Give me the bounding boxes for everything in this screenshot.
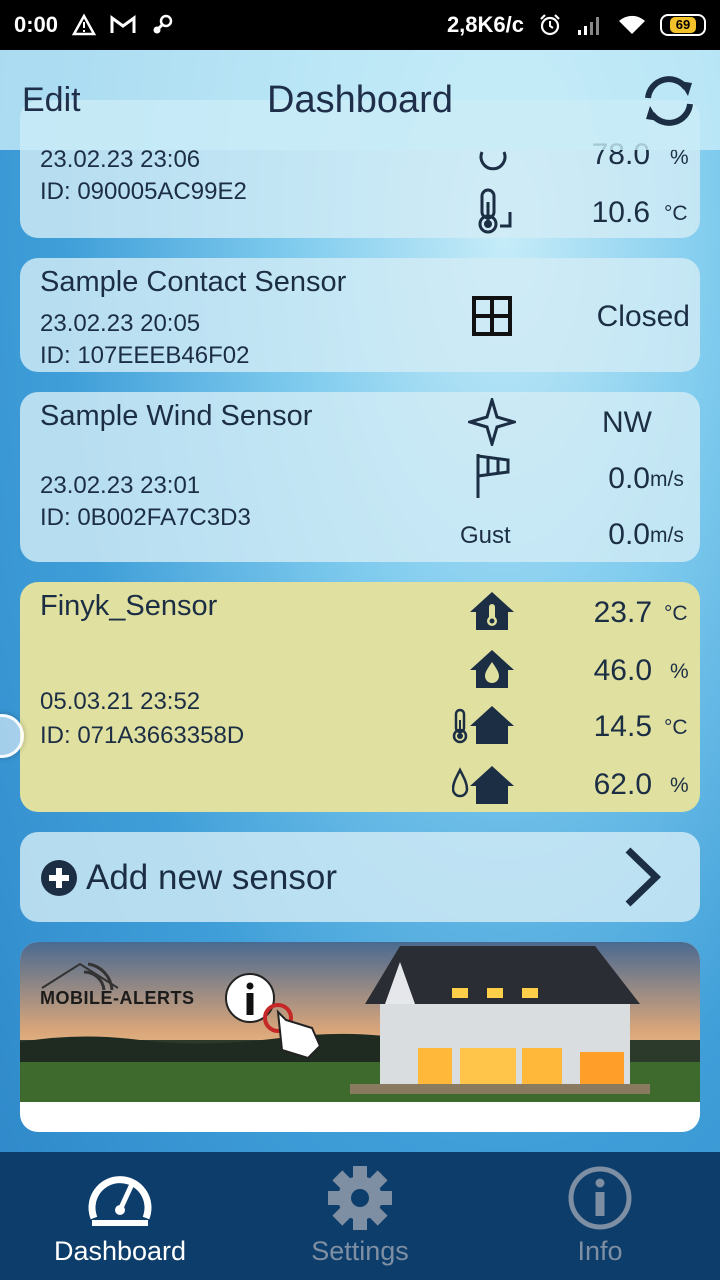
house-banner-image [20,942,700,1102]
window-icon [472,296,512,341]
plus-circle-icon [40,859,78,902]
outdoor-temperature-value: 14.5 [593,710,652,743]
steam-icon [150,13,174,37]
indoor-temperature-icon [468,590,516,637]
battery-level: 69 [669,17,697,33]
windsock-icon [474,452,522,505]
app-header: Edit Dashboard [0,50,720,150]
signal-icon [576,14,604,36]
refresh-icon[interactable] [638,72,700,130]
wind-direction: NW [602,406,652,439]
gust-speed-unit: m/s [650,524,684,547]
sensor-name: Finyk_Sensor [40,590,218,622]
speedometer-icon [88,1176,152,1226]
outdoor-temperature-icon [452,704,516,751]
outdoor-humidity-icon [451,764,516,811]
info-icon [568,1166,632,1230]
contact-state: Closed [596,300,690,333]
sensor-id: ID: 107EEEB46F02 [40,342,250,369]
add-sensor-button[interactable]: Add new sensor [20,832,700,922]
sensor-card-contact[interactable]: Sample Contact Sensor 23.02.23 20:05 ID:… [20,258,700,372]
tab-label: Dashboard [53,1236,187,1266]
sensor-id: ID: 090005AC99E2 [40,178,247,205]
wind-speed-unit: m/s [650,468,684,491]
tab-label: Settings [311,1236,409,1266]
sensor-name: Sample Wind Sensor [40,400,313,432]
indoor-humidity-value: 46.0 [593,654,652,687]
indoor-humidity-unit: % [670,660,689,683]
sensor-card-finyk[interactable]: Finyk_Sensor 05.03.21 23:52 ID: 071A3663… [20,582,700,812]
outdoor-temperature-unit: °C [664,716,688,739]
sensor-date: 23.02.23 23:06 [40,146,201,173]
network-speed: 2,8K6/c [446,12,524,37]
gear-icon [328,1166,392,1230]
temperature-value: 10.6 [591,196,650,229]
temperature-unit: °C [664,202,688,225]
tab-info[interactable]: Info [480,1152,720,1280]
tab-settings[interactable]: Settings [240,1152,480,1280]
sensor-id: ID: 071A3663358D [40,722,245,749]
edit-button[interactable]: Edit [22,81,81,120]
outdoor-thermometer-icon [472,188,516,239]
bottom-tab-bar: Dashboard Settings Info [0,1152,720,1280]
status-time: 0:00 [14,12,59,37]
outdoor-humidity-unit: % [670,774,689,797]
wifi-icon [618,14,646,36]
chevron-right-icon [620,846,664,913]
promo-banner[interactable]: MOBILE-ALERTS [20,942,700,1132]
sensor-id: ID: 0B002FA7C3D3 [40,504,251,531]
tab-label: Info [577,1236,623,1266]
indoor-temperature-unit: °C [664,602,688,625]
add-sensor-label: Add new sensor [86,858,337,897]
sensor-name: Sample Contact Sensor [40,266,347,298]
wind-speed: 0.0 [608,462,650,495]
alarm-icon [538,13,562,37]
banner-logo-text: MOBILE-ALERTS [40,988,195,1008]
indoor-humidity-icon [468,648,516,695]
status-bar: 0:00 2,8K6/c 69 [0,0,720,50]
sensor-date: 23.02.23 23:01 [40,472,201,499]
gmail-icon [110,15,136,35]
outdoor-humidity-value: 62.0 [593,768,652,801]
tab-dashboard[interactable]: Dashboard [0,1152,240,1280]
warning-icon [72,14,97,36]
sensor-date: 05.03.21 23:52 [40,688,201,715]
gust-label: Gust [460,522,511,549]
page-title: Dashboard [267,78,453,121]
battery-icon: 69 [660,14,706,36]
indoor-temperature-value: 23.7 [593,596,652,629]
gust-speed: 0.0 [608,518,650,551]
compass-icon [464,394,520,451]
sensor-card-wind[interactable]: Sample Wind Sensor 23.02.23 23:01 ID: 0B… [20,392,700,562]
sensor-date: 23.02.23 20:05 [40,310,201,337]
